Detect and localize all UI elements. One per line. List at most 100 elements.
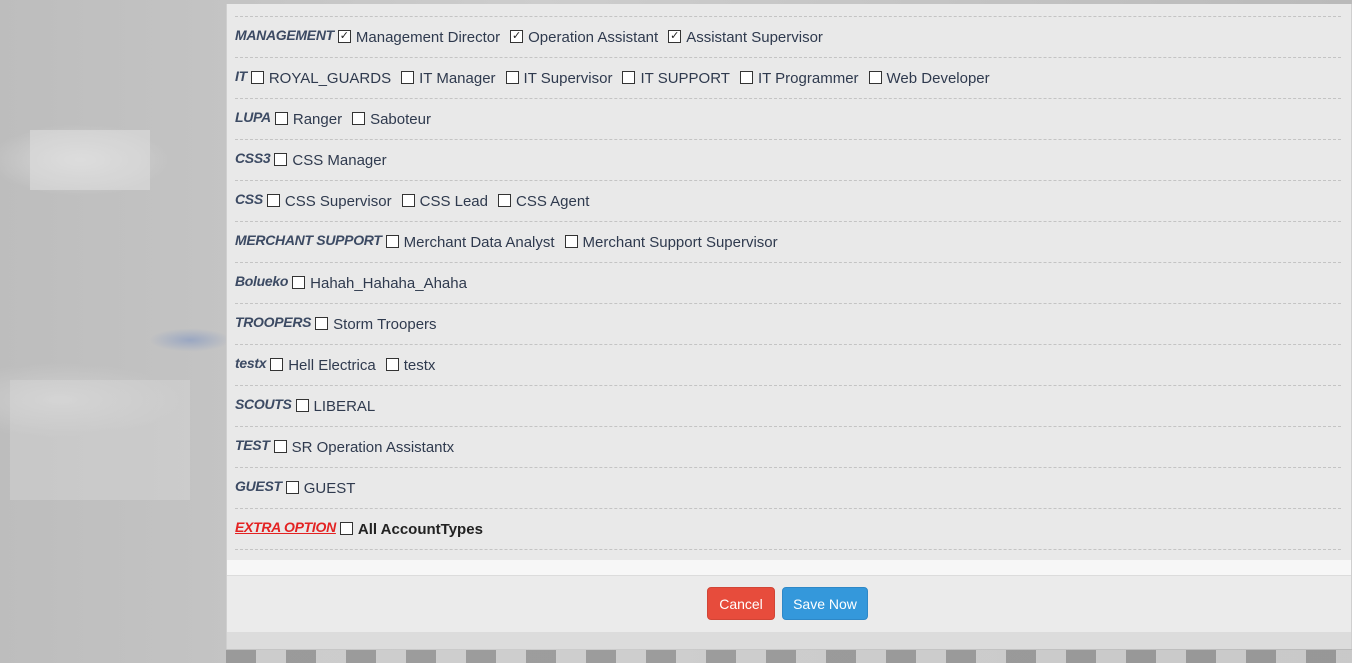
account-type-label: testx [403,356,436,374]
account-type-option[interactable]: IT Programmer [736,70,859,87]
modal-footer: Cancel Save Now [227,575,1351,633]
divider [235,549,1341,550]
account-type-option[interactable]: ✓ Assistant Supervisor [664,29,823,46]
account-type-label: Hahah_Hahaha_Ahaha [310,274,467,292]
account-type-checkbox[interactable] [564,234,578,248]
group-label: SCOUTS [235,396,292,412]
account-type-label: IT SUPPORT [640,69,730,87]
account-type-checkbox[interactable] [266,193,280,207]
account-type-label: LIBERAL [313,397,376,415]
account-type-label: IT Programmer [757,69,859,87]
account-type-option[interactable]: CSS Agent [494,193,589,210]
account-type-checkbox[interactable]: ✓ [337,29,351,43]
account-type-label: Merchant Data Analyst [403,233,555,251]
group-row: GUEST GUEST [235,467,1341,508]
account-type-label: IT Manager [419,69,496,87]
group-row: CSS CSS Supervisor CSS Lead CSS Agent [235,180,1341,221]
account-type-option[interactable]: Merchant Data Analyst [382,234,555,251]
account-type-option[interactable]: ROYAL_GUARDS [247,70,391,87]
account-type-option[interactable]: IT Manager [397,69,496,87]
account-type-option[interactable]: CSS Manager [270,152,387,169]
account-type-label: CSS Lead [419,192,488,210]
account-type-checkbox[interactable] [274,152,288,166]
group-row: IT ROYAL_GUARDS IT Manager IT Supervisor IT … [235,57,1341,98]
account-type-label: ROYAL_GUARDS [268,69,392,87]
account-type-checkbox[interactable] [315,316,329,330]
account-type-option[interactable]: IT Supervisor [502,69,613,87]
modal-body-bottom [227,560,1351,575]
group-row: TEST SR Operation Assistantx [235,426,1341,467]
account-type-option[interactable]: ✓ Management Director [334,29,500,46]
account-type-label: Storm Troopers [333,315,437,333]
background-strip [226,650,1352,663]
extra-option-row: EXTRA OPTION All AccountTypes [235,508,1341,549]
cancel-button[interactable]: Cancel [707,587,775,620]
account-type-checkbox[interactable] [250,70,264,84]
account-type-option[interactable]: CSS Supervisor [263,193,392,210]
save-now-button[interactable]: Save Now [782,587,868,620]
account-type-option[interactable]: Storm Troopers [311,315,437,333]
account-type-label: Hell Electrica [288,356,376,374]
account-type-checkbox[interactable] [385,234,399,248]
account-type-label: Merchant Support Supervisor [582,233,778,251]
account-type-option[interactable]: Saboteur [348,111,431,128]
background-window [10,380,190,500]
account-type-option[interactable]: IT SUPPORT [618,69,730,87]
account-type-option[interactable]: Ranger [271,111,342,128]
group-label: MERCHANT SUPPORT [235,232,382,248]
account-type-option[interactable]: Hahah_Hahaha_Ahaha [288,275,467,292]
account-type-checkbox[interactable] [292,275,306,289]
account-type-checkbox[interactable]: ✓ [510,29,524,43]
account-type-label: CSS Supervisor [284,192,392,210]
account-type-option[interactable]: CSS Lead [398,193,488,210]
all-account-types-checkbox[interactable] [339,521,353,535]
account-types-modal: MANAGEMENT ✓ Management Director ✓ Operation… [226,4,1352,649]
account-type-checkbox[interactable] [401,70,415,84]
group-label: GUEST [235,478,282,494]
account-type-checkbox[interactable] [274,111,288,125]
account-type-checkbox[interactable] [622,70,636,84]
extra-option-label: EXTRA OPTION [235,519,336,535]
account-type-label: IT Supervisor [523,69,613,87]
account-type-label: Operation Assistant [528,28,659,46]
account-type-checkbox[interactable] [273,439,287,453]
account-type-label: SR Operation Assistantx [291,438,455,456]
group-row: LUPA Ranger Saboteur [235,98,1341,139]
all-account-types-option[interactable]: All AccountTypes [336,521,483,538]
account-type-checkbox[interactable] [295,398,309,412]
account-type-checkbox[interactable] [498,193,511,207]
account-type-checkbox[interactable] [270,357,284,371]
account-type-checkbox[interactable] [352,111,366,125]
background-window [30,130,150,190]
group-row: MERCHANT SUPPORT Merchant Data Analyst Mer… [235,221,1341,262]
account-type-option[interactable]: ✓ Operation Assistant [506,29,658,46]
group-label: TEST [235,437,270,453]
account-type-checkbox[interactable] [285,480,299,494]
account-type-checkbox[interactable] [401,193,415,207]
account-type-label: Assistant Supervisor [686,28,823,46]
group-label: LUPA [235,109,271,125]
account-type-checkbox[interactable] [868,70,882,84]
account-type-label: Saboteur [370,110,431,128]
account-type-option[interactable]: GUEST [282,479,356,497]
group-row: TROOPERS Storm Troopers [235,303,1341,344]
group-label: testx [235,355,267,371]
account-type-checkbox[interactable]: ✓ [668,29,682,43]
account-type-option[interactable]: LIBERAL [292,397,376,415]
account-type-option[interactable]: Hell Electrica [266,357,376,374]
account-type-label: GUEST [303,479,356,497]
account-type-option[interactable]: Merchant Support Supervisor [561,234,778,251]
account-type-checkbox[interactable] [385,357,399,371]
group-row: testx Hell Electrica testx [235,344,1341,385]
account-type-option[interactable]: SR Operation Assistantx [270,438,455,456]
account-type-option[interactable]: testx [382,356,436,374]
group-label: MANAGEMENT [235,27,334,43]
account-type-checkbox[interactable] [739,70,753,84]
account-type-checkbox[interactable] [505,70,519,84]
account-type-option[interactable]: Web Developer [865,70,990,87]
group-row: SCOUTS LIBERAL [235,385,1341,426]
group-label: CSS [235,191,263,207]
account-type-label: Management Director [355,28,501,46]
group-label: Bolueko [235,273,289,289]
modal-bottom-edge [227,632,1351,649]
